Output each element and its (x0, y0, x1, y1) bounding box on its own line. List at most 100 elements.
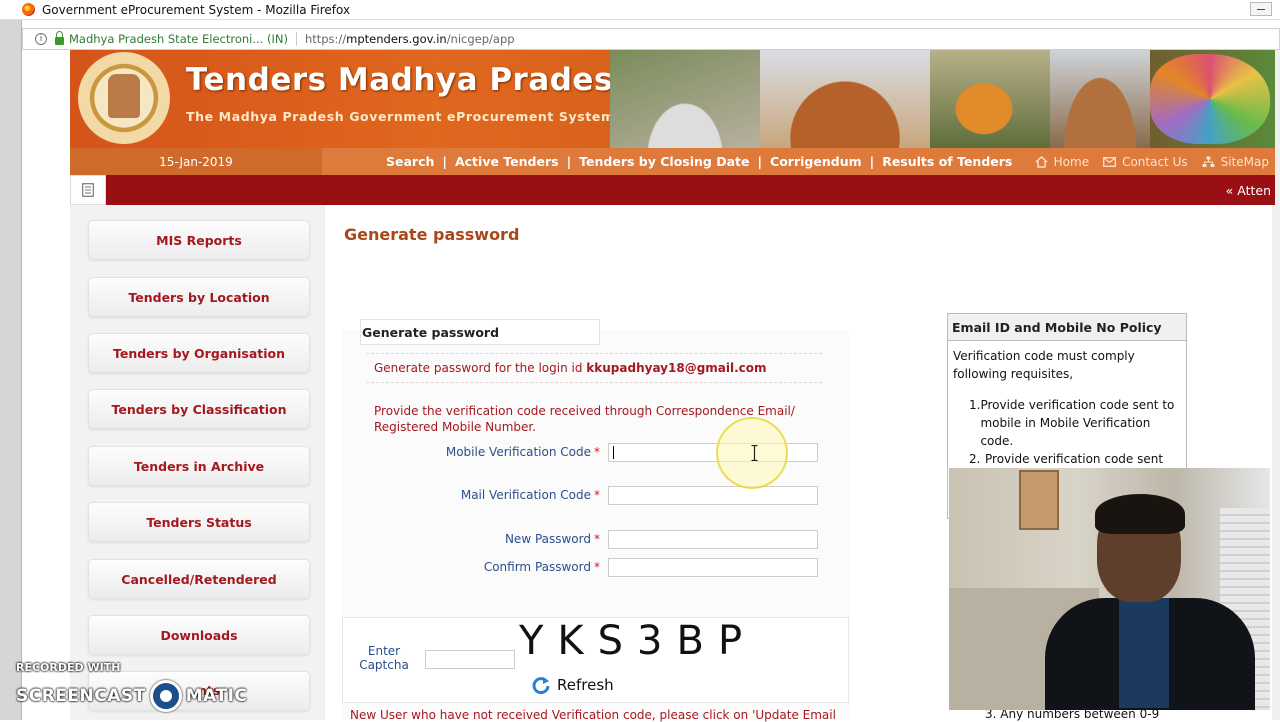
policy-list-item: 2. Provide verification code sent (969, 450, 1180, 468)
policy-item-text: Provide verification code sent (985, 452, 1164, 466)
tab-generate-password[interactable]: Generate password (360, 319, 600, 345)
nav-separator: | (566, 154, 572, 169)
webcam-overlay (949, 468, 1270, 710)
url-divider (295, 32, 297, 46)
mail-verification-code-input[interactable] (608, 486, 818, 505)
desktop-background (0, 20, 22, 720)
screencast-watermark: SCREENCAST MATIC (16, 680, 247, 712)
sidebar-item-tenders-status[interactable]: Tenders Status (88, 502, 310, 542)
mobile-code-label-text: Mobile Verification Code (445, 445, 591, 459)
sidebar-item-cancelled-retendered[interactable]: Cancelled/Retendered (88, 559, 310, 599)
url-host: mptenders.gov.in (346, 32, 447, 46)
new-password-input[interactable] (608, 530, 818, 549)
sidebar-item-tenders-in-archive[interactable]: Tenders in Archive (88, 446, 310, 486)
page-title: Generate password (344, 225, 520, 244)
policy-intro: Verification code must comply following … (953, 349, 1135, 381)
site-identity[interactable]: Madhya Pradesh State Electroni... (IN) (69, 32, 288, 46)
sitemap-icon (1202, 156, 1215, 167)
contact-label: Contact Us (1122, 154, 1188, 169)
nav-separator: | (869, 154, 875, 169)
recorded-with-watermark: RECORDED WITH (16, 661, 121, 674)
policy-heading: Email ID and Mobile No Policy (948, 314, 1186, 341)
policy-list-item: 1. Provide verification code sent to mobi… (969, 396, 1180, 450)
captcha-refresh-button[interactable]: Refresh (531, 675, 614, 695)
home-link[interactable]: Home (1035, 155, 1089, 169)
sidebar-item-tenders-by-classification[interactable]: Tenders by Classification (88, 389, 310, 429)
home-icon (1035, 155, 1048, 168)
mobile-code-label: Mobile Verification Code * (430, 445, 600, 459)
policy-item-text: Provide verification code sent to mobile… (980, 398, 1175, 448)
nav-separator: | (442, 154, 447, 169)
nav-link-results-of-tenders[interactable]: Results of Tenders (882, 154, 1012, 169)
nav-links: Search | Active Tenders | Tenders by Clo… (386, 148, 1012, 175)
mail-code-label: Mail Verification Code * (430, 488, 600, 502)
divider (366, 382, 822, 383)
mail-code-label-text: Mail Verification Code (460, 488, 591, 502)
nav-link-tenders-by-closing-date[interactable]: Tenders by Closing Date (579, 154, 749, 169)
watermark-right: MATIC (185, 686, 248, 706)
login-id-label: Generate password for the login id (374, 361, 583, 375)
envelope-icon (1103, 156, 1117, 167)
url-text[interactable]: https://mptenders.gov.in/nicgep/app (305, 32, 515, 46)
screencast-logo-icon (149, 680, 182, 712)
login-id-line: Generate password for the login id kkupa… (374, 361, 767, 375)
captcha-image: YKS3BP (519, 618, 757, 664)
text-caret (613, 446, 614, 459)
banner-temple-image (1050, 50, 1150, 148)
captcha-input[interactable] (425, 650, 515, 669)
lock-icon[interactable] (55, 31, 64, 45)
sidebar-item-mis-reports[interactable]: MIS Reports (88, 220, 310, 260)
window-title: Government eProcurement System - Mozilla… (42, 2, 351, 17)
banner-stupa-image (760, 50, 930, 148)
ticker-icon-box[interactable] (70, 175, 106, 205)
site-banner: Tenders Madhya Pradesh The Madhya Prades… (70, 50, 1275, 148)
banner-title: Tenders Madhya Pradesh (186, 62, 636, 98)
refresh-label: Refresh (557, 676, 614, 694)
main-nav: 15-Jan-2019 Search | Active Tenders | Te… (70, 148, 1275, 175)
required-mark: * (594, 560, 600, 574)
window-titlebar: Government eProcurement System - Mozilla… (0, 0, 1280, 20)
nav-link-search[interactable]: Search (386, 154, 434, 169)
policy-item-number: 2. (969, 452, 981, 466)
login-id-value: kkupadhyay18@gmail.com (586, 361, 767, 375)
sitemap-label: SiteMap (1220, 154, 1269, 169)
instruction-line-2: Registered Mobile Number. (374, 420, 537, 434)
nav-utility-links: Home Contact Us SiteMap (1021, 148, 1269, 175)
confirm-password-input[interactable] (608, 558, 818, 577)
nav-link-corrigendum[interactable]: Corrigendum (770, 154, 862, 169)
sidebar-item-tenders-by-location[interactable]: Tenders by Location (88, 277, 310, 317)
captcha-label-line-1: Enter (367, 644, 401, 658)
home-label: Home (1053, 154, 1090, 169)
info-icon[interactable]: i (35, 33, 47, 45)
divider (366, 353, 822, 354)
confirm-password-label-text: Confirm Password (483, 560, 591, 574)
required-mark: * (594, 532, 600, 546)
new-password-label-text: New Password (504, 532, 591, 546)
nav-link-active-tenders[interactable]: Active Tenders (455, 154, 559, 169)
webcam-person-hair (1095, 494, 1185, 534)
nav-separator: | (757, 154, 763, 169)
ticker-text[interactable]: « Atten (1226, 183, 1271, 198)
text-cursor-icon (751, 445, 758, 461)
instruction-line-1: Provide the verification code received t… (374, 404, 795, 418)
document-icon (82, 183, 94, 197)
captcha-label: Enter Captcha (350, 644, 418, 672)
minimize-button[interactable] (1250, 2, 1272, 16)
current-date: 15-Jan-2019 (70, 148, 322, 175)
required-mark: * (594, 488, 600, 502)
state-emblem-logo (78, 52, 170, 144)
captcha-label-line-2: Captcha (359, 658, 409, 672)
contact-link[interactable]: Contact Us (1103, 155, 1188, 169)
banner-state-map-image (1150, 54, 1270, 144)
policy-list: 1. Provide verification code sent to mobi… (969, 396, 1180, 468)
webcam-wall-board (1019, 470, 1059, 530)
banner-subtitle: The Madhya Pradesh Government eProcureme… (186, 109, 615, 124)
sidebar-item-downloads[interactable]: Downloads (88, 615, 310, 655)
firefox-icon (22, 3, 35, 16)
sitemap-link[interactable]: SiteMap (1202, 155, 1269, 169)
new-password-label: New Password * (430, 532, 600, 546)
address-bar[interactable]: i Madhya Pradesh State Electroni... (IN)… (22, 28, 1280, 50)
sidebar-item-tenders-by-organisation[interactable]: Tenders by Organisation (88, 333, 310, 373)
sidebar: MIS Reports Tenders by Location Tenders … (70, 205, 325, 720)
policy-item-number: 1. (969, 398, 981, 412)
